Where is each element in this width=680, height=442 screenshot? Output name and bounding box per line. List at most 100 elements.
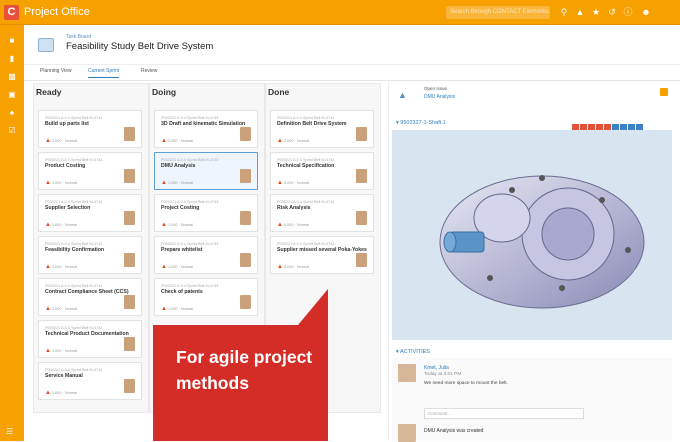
card-status-text: 1.000 · Normal [52, 139, 78, 143]
task-card-selected[interactable]: P000221 A.0.4 Sprint Belt M-4743 DMU Anal… [154, 152, 258, 190]
task-card[interactable]: P000221 A.0.4 Sprint Belt M-4743 Check of… [154, 278, 258, 316]
task-card[interactable]: P000221 A.0.4 Sprint Belt M-4743 Definiti… [270, 110, 374, 148]
card-title: Prepare whitelist [161, 247, 203, 253]
avatar [124, 379, 135, 393]
card-status-text: 1.000 · Normal [52, 265, 78, 269]
card-status: ▲ 2.000 · Normal [277, 138, 309, 144]
activities-header[interactable]: ▾ ACTIVITIES [396, 349, 430, 355]
document-icon[interactable]: ▮ [6, 53, 18, 65]
task-card[interactable]: P000221 A.0.4 Sprint Belt M-4743 Technica… [270, 152, 374, 190]
task-card[interactable]: P000221 A.0.4 Sprint Belt M-4743 Risk Ana… [270, 194, 374, 232]
viewer-toolbar [572, 118, 644, 131]
activity-meta: Today at 4:01 PM [424, 372, 462, 377]
3d-viewer[interactable] [392, 130, 672, 340]
column-header-done: Done [268, 87, 290, 97]
activities-title: ACTIVITIES [400, 349, 430, 355]
tab-current-sprint[interactable]: Current Sprint [88, 68, 120, 78]
user-icon[interactable]: ☻ [640, 6, 652, 18]
card-status-text: 1.000 · Normal [168, 265, 194, 269]
card-id: P000221 A.0.4 Sprint Belt M-4743 [45, 284, 103, 288]
breadcrumb[interactable]: Task Board [66, 34, 91, 40]
card-status-text: 1.000 · Normal [52, 223, 78, 227]
card-title: Technical Specification [277, 163, 335, 169]
card-id: P000221 A.0.4 Sprint Belt M-4743 [161, 242, 219, 246]
page-title: Feasibility Study Belt Drive System [66, 41, 214, 52]
card-title: Supplier Selection [45, 205, 91, 211]
task-card[interactable]: P000221 A.0.4 Sprint Belt M-4743 Supplier… [38, 194, 142, 232]
card-title: Service Manual [45, 373, 83, 379]
top-bar: C Project Office Search through CONTACT … [0, 0, 680, 25]
collapse-panel-button[interactable] [660, 88, 668, 96]
tab-review[interactable]: Review [141, 68, 157, 77]
history-icon[interactable]: ↺ [606, 6, 618, 18]
card-title: Feasibility Confirmation [45, 247, 105, 253]
avatar [124, 169, 135, 183]
open-issue-link[interactable]: DMU Analysis [424, 94, 455, 100]
activity-message: We need more space to mount the belt. [424, 381, 508, 386]
checklist-icon[interactable]: ☑ [6, 125, 18, 137]
card-status-text: 2.000 · Normal [168, 139, 194, 143]
comment-input[interactable]: Comment... [424, 408, 584, 419]
task-card[interactable]: P000221 A.0.4 Sprint Belt M-4743 Build up… [38, 110, 142, 148]
card-status: ▲ 6.000 · Normal [277, 222, 309, 228]
warning-icon: ▲ [161, 306, 167, 312]
tab-label: Current Sprint [88, 68, 120, 74]
card-status: ▲ 1.000 · Normal [161, 180, 193, 186]
avatar [124, 253, 135, 267]
search-icon[interactable]: ⚲ [558, 6, 570, 18]
notification-icon[interactable]: ▲ [574, 6, 586, 18]
task-card[interactable]: P000221 A.0.4 Sprint Belt M-4743 Contract… [38, 278, 142, 316]
favorite-star-icon[interactable]: ★ [590, 6, 602, 18]
warning-icon: ▲ [45, 348, 51, 354]
avatar [240, 211, 251, 225]
tab-planning-view[interactable]: Planning View [40, 68, 72, 77]
task-card[interactable]: P000221 A.0.4 Sprint Belt M-4743 Supplier… [270, 236, 374, 274]
task-card[interactable]: P000221 A.0.4 Sprint Belt M-4743 Product … [38, 152, 142, 190]
card-status: ▲ 1.000 · Normal [45, 138, 77, 144]
tab-label: Review [141, 68, 158, 74]
task-card[interactable]: P000221 A.0.4 Sprint Belt M-4743 Prepare … [154, 236, 258, 274]
card-status-text: 6.000 · Normal [284, 223, 310, 227]
task-card[interactable]: P000221 A.0.4 Sprint Belt M-4743 3D Draft… [154, 110, 258, 148]
avatar [398, 424, 416, 442]
avatar [240, 253, 251, 267]
left-sidebar: ■ ▮ ▩ ▣ ♠ ☑ ☰ [0, 25, 24, 441]
column-header-ready: Ready [36, 87, 62, 97]
card-title: DMU Analysis [161, 163, 196, 169]
warning-icon: ▲ [45, 222, 51, 228]
card-title: 3D Draft and kinematic Simulation [161, 121, 246, 127]
warning-icon: ▲ [277, 222, 283, 228]
app-logo[interactable]: C [4, 5, 19, 20]
menu-icon[interactable]: ☰ [6, 427, 18, 436]
app-title[interactable]: Project Office [24, 6, 90, 18]
warning-icon: ▲ [277, 264, 283, 270]
card-title: Build up parts list [45, 121, 89, 127]
card-id: P000221 A.0.4 Sprint Belt M-4743 [277, 200, 335, 204]
part-name-link[interactable]: ▾ 9502327-1-Shaft.1 [396, 120, 446, 126]
gearbox-model-image [439, 175, 645, 309]
person-icon[interactable]: ♠ [6, 107, 18, 119]
chart-icon[interactable]: ▩ [6, 71, 18, 83]
task-card[interactable]: P000221 A.0.4 Sprint Belt M-4743 Technica… [38, 320, 142, 358]
avatar [356, 169, 367, 183]
card-id: P000221 A.0.4 Sprint Belt M-4743 [277, 158, 335, 162]
card-status-text: 1.000 · Normal [52, 391, 78, 395]
avatar [124, 127, 135, 141]
warning-icon: ▲ [161, 222, 167, 228]
task-card[interactable]: P000221 A.0.4 Sprint Belt M-4743 Service … [38, 362, 142, 400]
card-status-text: 1.000 · Normal [168, 181, 194, 185]
calendar-icon[interactable]: ▣ [6, 89, 18, 101]
card-title: Technical Product Documentation [45, 331, 129, 337]
card-status-text: 2.000 · Normal [284, 139, 310, 143]
home-icon[interactable]: ■ [6, 35, 18, 47]
task-board-icon [38, 38, 54, 52]
tab-label: Planning View [40, 68, 72, 74]
avatar [356, 211, 367, 225]
task-card[interactable]: P000221 A.0.4 Sprint Belt M-4743 Feasibil… [38, 236, 142, 274]
info-icon[interactable]: ⓘ [622, 6, 634, 18]
task-card[interactable]: P000221 A.0.4 Sprint Belt M-4743 Project … [154, 194, 258, 232]
warning-icon: ▲ [161, 138, 167, 144]
search-input[interactable]: Search through CONTACT Elements... [446, 6, 550, 19]
activity-author[interactable]: Kmet, Julia [424, 365, 449, 371]
card-status: ▲ 1.000 · Normal [161, 306, 193, 312]
